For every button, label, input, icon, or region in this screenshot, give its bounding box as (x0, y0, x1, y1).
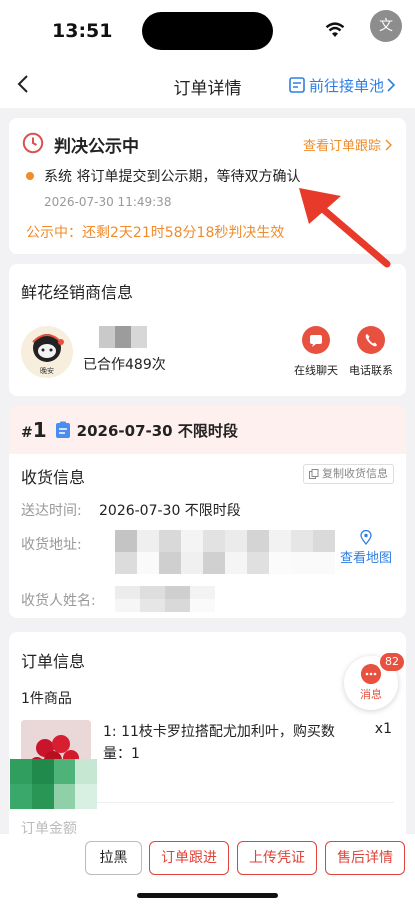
home-indicator (137, 893, 278, 898)
chat-label: 在线聊天 (294, 364, 338, 377)
dealer-card: 鲜花经销商信息 晚安 已合作489次 在线聊天 电话联系 (9, 264, 406, 396)
translate-icon[interactable]: 文 (370, 10, 402, 42)
annotation-arrow (299, 188, 391, 268)
delivery-time-value: 2026-07-30 不限时段 (99, 503, 241, 519)
goto-pool-link[interactable]: 前往接单池 (288, 74, 396, 96)
message-icon (361, 664, 381, 684)
goods-title: 1: 11枝卡罗拉搭配尤加利叶，购买数量：1 (103, 724, 335, 762)
seq-hash: # (21, 425, 33, 441)
status-dot (26, 172, 34, 180)
goods-count: 1件商品 (21, 691, 72, 707)
order-section-title: 订单信息 (21, 652, 86, 671)
avatar-caption: 晚安 (40, 367, 54, 375)
copy-icon (309, 469, 319, 479)
dealer-section-title: 鲜花经销商信息 (21, 283, 134, 302)
navbar: 订单详情 前往接单池 (0, 60, 415, 108)
avatar[interactable]: 晚安 (21, 326, 73, 378)
verdict-countdown: 公示中：还剩2天21时58分18秒判决生效 (26, 225, 285, 241)
delivery-card: #1 2026-07-30 不限时段 收货信息 复制收货信息 送达时间: 202… (9, 406, 406, 618)
order-seq: #1 (21, 418, 47, 442)
receive-section-title: 收货信息 (21, 468, 86, 487)
dynamic-island (142, 12, 273, 50)
dealer-name-redacted (99, 326, 147, 348)
map-label: 查看地图 (339, 551, 392, 566)
address-redacted (115, 530, 335, 574)
chat-icon (302, 326, 330, 354)
coop-count: 已合作489次 (83, 357, 166, 373)
status-bar: 13:51 文 (0, 0, 415, 60)
receiver-name-label: 收货人姓名: (21, 593, 96, 609)
verdict-title: 判决公示中 (54, 137, 139, 157)
message-label: 消息 (360, 688, 382, 701)
verdict-message: 系统 将订单提交到公示期，等待双方确认 (44, 169, 301, 185)
clipboard-icon (55, 421, 70, 438)
chevron-right-icon (387, 78, 396, 92)
wifi-icon (325, 22, 345, 37)
view-map-link[interactable]: 查看地图 (338, 530, 394, 566)
goto-pool-label: 前往接单池 (309, 76, 385, 95)
view-track-link[interactable]: 查看订单跟踪 (303, 135, 392, 154)
status-time: 13:51 (52, 20, 113, 42)
receiver-name-redacted (115, 586, 215, 612)
chevron-right-icon (385, 139, 392, 150)
after-sale-button[interactable]: 售后详情 (325, 841, 405, 875)
copy-label: 复制收货信息 (322, 467, 388, 480)
delivery-date: 2026-07-30 不限时段 (76, 421, 238, 440)
delivery-time-label: 送达时间: (21, 503, 82, 519)
verdict-time: 2026-07-30 11:49:38 (44, 195, 172, 209)
location-pin-icon (360, 530, 372, 545)
redacted-overlay (10, 759, 97, 809)
online-chat-button[interactable]: 在线聊天 (286, 322, 346, 378)
blacklist-button[interactable]: 拉黑 (85, 841, 142, 875)
unread-badge: 82 (380, 653, 404, 671)
delivery-header: #1 2026-07-30 不限时段 (9, 406, 406, 454)
copy-address-button[interactable]: 复制收货信息 (303, 464, 394, 484)
bottom-action-bar: 拉黑 订单跟进 上传凭证 售后详情 (0, 834, 415, 908)
clock-icon (22, 132, 44, 154)
upload-proof-button[interactable]: 上传凭证 (237, 841, 317, 875)
goods-quantity: x1 (374, 721, 392, 737)
phone-label: 电话联系 (349, 364, 393, 377)
phone-contact-button[interactable]: 电话联系 (341, 322, 401, 378)
order-follow-button[interactable]: 订单跟进 (149, 841, 229, 875)
address-label: 收货地址: (21, 537, 82, 553)
seq-number: 1 (32, 418, 47, 442)
view-track-label: 查看订单跟踪 (302, 139, 381, 154)
phone-icon (357, 326, 385, 354)
pool-icon (289, 77, 305, 93)
